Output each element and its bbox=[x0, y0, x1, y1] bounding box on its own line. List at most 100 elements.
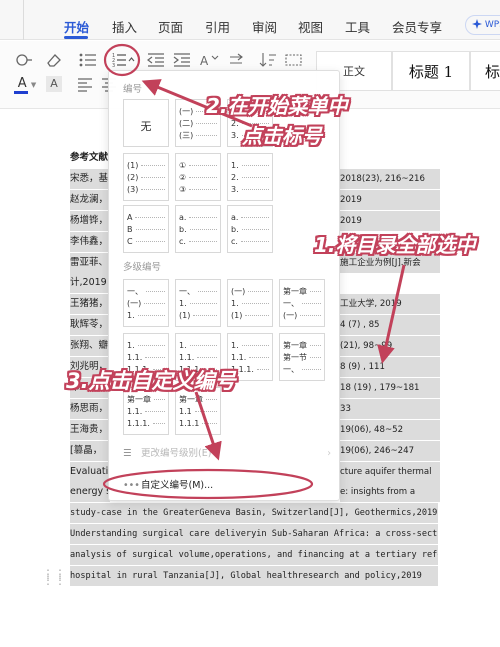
decrease-indent-icon[interactable] bbox=[146, 51, 166, 69]
annotation-step2-line1: 2.在开始菜单中 bbox=[206, 94, 348, 118]
numbering-style-tile[interactable]: 一、 (一) 1. bbox=[123, 279, 169, 327]
document-line[interactable]: study-case in the GreaterGeneva Basin, S… bbox=[70, 503, 438, 524]
document-line-start[interactable]: 赵龙澜， bbox=[70, 189, 110, 210]
tab-insert[interactable]: 插入 bbox=[112, 17, 137, 36]
numbering-none-tile[interactable]: 无 bbox=[123, 99, 169, 147]
numbering-list-icon[interactable]: 123 bbox=[112, 51, 135, 69]
annotation-step2-line2: 点击标号 bbox=[242, 124, 322, 148]
tile-level-label: (3) bbox=[127, 184, 139, 194]
eraser-icon[interactable] bbox=[44, 51, 64, 69]
tile-level-label: 1.1. bbox=[231, 352, 247, 362]
document-line-start[interactable]: 耿辉苓， bbox=[70, 315, 110, 336]
document-line-end[interactable]: 33 bbox=[340, 398, 440, 419]
style-heading2[interactable]: 标 bbox=[470, 51, 500, 91]
tab-member[interactable]: 会员专享 bbox=[392, 17, 442, 36]
numbering-style-tile[interactable]: 一、 1. (1) bbox=[175, 279, 221, 327]
document-line[interactable]: Understanding surgical care deliveryin S… bbox=[70, 524, 438, 545]
document-line-end[interactable]: 8 (9) , 111 bbox=[340, 357, 440, 377]
font-color-button[interactable]: A ▼ bbox=[12, 75, 42, 94]
document-line-start[interactable]: 王猪猪， bbox=[70, 294, 110, 315]
document-line-start[interactable]: 张翔、瓣 bbox=[70, 336, 110, 357]
document-line-end[interactable]: 19(06), 48~52 bbox=[340, 419, 440, 440]
char-shading-button[interactable]: A bbox=[44, 75, 64, 93]
numbering-style-tile[interactable]: 第一章 一、 (一) bbox=[279, 279, 325, 327]
tab-reference[interactable]: 引用 bbox=[205, 17, 230, 36]
format-painter-icon[interactable] bbox=[14, 51, 34, 69]
change-level-label: 更改编号级别(E) bbox=[141, 448, 212, 459]
list-level-icon: ☰ bbox=[123, 448, 132, 459]
document-line-start[interactable]: 宋悉，基 bbox=[70, 168, 110, 189]
document-line-start[interactable]: [篡晶， bbox=[70, 440, 110, 461]
numbering-style-tile[interactable]: 第一章 第一节 一、 bbox=[279, 333, 325, 381]
tile-level-label: 1. bbox=[231, 298, 239, 308]
document-line-start[interactable]: 杨思雨， bbox=[70, 398, 110, 419]
document-line-start[interactable]: energy s bbox=[70, 482, 110, 503]
numbering-style-tile[interactable]: 1. 2. 3. bbox=[227, 153, 273, 201]
tile-level-label: 1. bbox=[179, 298, 187, 308]
show-hide-marks-icon[interactable] bbox=[284, 51, 304, 69]
style-normal-label: 正文 bbox=[343, 65, 365, 78]
document-line-start[interactable]: 雷亚菲、 bbox=[70, 252, 110, 273]
tile-level-label: ② bbox=[179, 172, 187, 182]
tile-level-label: 1. bbox=[127, 310, 135, 320]
custom-numbering-menu-item[interactable]: •••自定义编号(M)... bbox=[109, 472, 341, 500]
tab-review[interactable]: 审阅 bbox=[252, 17, 277, 36]
document-line-end[interactable]: (21), 98~99 bbox=[340, 336, 440, 357]
tab-tools[interactable]: 工具 bbox=[345, 17, 370, 36]
more-dots-icon: ••• bbox=[123, 480, 140, 491]
align-left-icon[interactable] bbox=[76, 75, 96, 93]
tile-level-label: b. bbox=[231, 224, 239, 234]
none-label: 无 bbox=[140, 119, 152, 133]
document-line-end[interactable]: 2019 bbox=[340, 210, 440, 231]
document-line-end[interactable]: e: insights from a bbox=[340, 482, 440, 503]
style-heading2-label: 标 bbox=[485, 62, 500, 81]
numbering-style-tile[interactable]: (1) (2) (3) bbox=[123, 153, 169, 201]
tile-level-label: (一) bbox=[231, 286, 246, 296]
change-level-menu-item[interactable]: ☰ 更改编号级别(E) › bbox=[109, 440, 341, 468]
document-line-start[interactable]: 计,2019 bbox=[70, 273, 110, 294]
document-line-end[interactable]: 2018(23), 216~216 bbox=[340, 168, 440, 189]
svg-text:A: A bbox=[200, 54, 209, 68]
document-line-start[interactable]: 王海贵， bbox=[70, 419, 110, 440]
text-direction-icon[interactable]: A bbox=[198, 51, 219, 69]
increase-indent-icon[interactable] bbox=[172, 51, 192, 69]
document-line[interactable]: analysis of surgical volume,operations, … bbox=[70, 545, 438, 566]
document-line-start[interactable]: 杨增铧， bbox=[70, 210, 110, 231]
document-line-end[interactable]: 4 (7) , 85 bbox=[340, 315, 440, 336]
tab-home[interactable]: 开始 bbox=[64, 17, 89, 36]
numbering-style-tile[interactable]: a. b. c. bbox=[227, 205, 273, 253]
tile-level-label: A bbox=[127, 212, 133, 222]
tile-level-label: (1) bbox=[179, 310, 191, 320]
style-heading1[interactable]: 标题 1 bbox=[392, 51, 470, 91]
tile-level-label: 第一章 bbox=[283, 340, 307, 350]
document-line[interactable]: hospital in rural Tanzania[J], Global he… bbox=[70, 566, 438, 586]
numbering-style-tile[interactable]: ABC bbox=[123, 205, 169, 253]
tile-level-label: (2) bbox=[127, 172, 139, 182]
tile-level-label: c. bbox=[179, 236, 186, 246]
sort-icon[interactable] bbox=[258, 51, 278, 69]
tab-view[interactable]: 视图 bbox=[298, 17, 323, 36]
tile-level-label: a. bbox=[231, 212, 239, 222]
line-spacing-icon[interactable] bbox=[228, 51, 248, 69]
document-line-start[interactable]: Evaluati bbox=[70, 461, 110, 482]
document-line-end[interactable]: 18 (19) , 179~181 bbox=[340, 377, 440, 398]
custom-numbering-label: 自定义编号(M)... bbox=[141, 480, 214, 491]
document-line-start[interactable]: 李伟鑫， bbox=[70, 231, 110, 252]
tile-level-label: 1.1 bbox=[179, 406, 192, 416]
numbering-style-tile[interactable]: ① ② ③ bbox=[175, 153, 221, 201]
section-multilevel-title: 多级编号 bbox=[123, 262, 162, 273]
wps-ai-button[interactable]: WPS bbox=[465, 15, 500, 35]
bullet-list-icon[interactable] bbox=[78, 51, 98, 69]
tab-page[interactable]: 页面 bbox=[158, 17, 183, 36]
document-line-end[interactable]: 19(06), 246~247 bbox=[340, 440, 440, 461]
tile-level-label: ① bbox=[179, 160, 187, 170]
tile-level-label: 一、 bbox=[283, 364, 299, 374]
document-line-end[interactable]: cture aquifer thermal bbox=[340, 461, 440, 482]
numbering-style-tile[interactable]: (一) 1. (1) bbox=[227, 279, 273, 327]
drag-handle-icon[interactable]: ⋮⋮ ⋮⋮ bbox=[42, 568, 66, 586]
document-line-end[interactable]: 2019 bbox=[340, 189, 440, 210]
numbering-style-tile[interactable]: a. b. c. bbox=[175, 205, 221, 253]
tile-level-label: ③ bbox=[179, 184, 187, 194]
references-heading[interactable]: 参考文献 bbox=[70, 148, 110, 168]
document-line-end[interactable]: 工业大学, 2019 bbox=[340, 294, 440, 315]
